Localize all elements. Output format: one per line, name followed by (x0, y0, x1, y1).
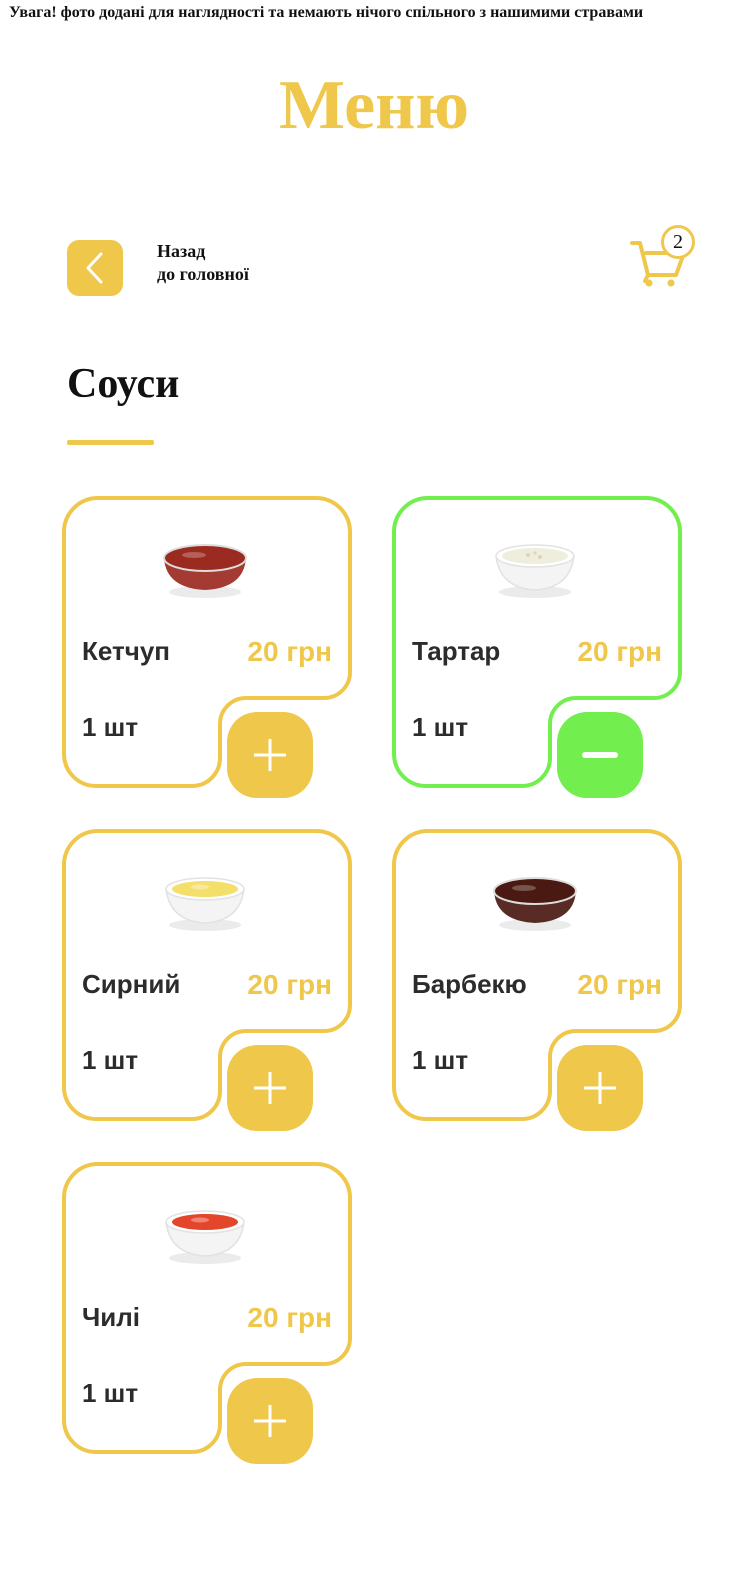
sauce-bowl-image (158, 859, 252, 935)
sauce-bowl-image (158, 526, 252, 602)
remove-from-cart-button[interactable] (557, 712, 643, 798)
product-name: Сирний (82, 969, 181, 999)
page-title: Меню (278, 67, 470, 144)
product-price: 20 грн (247, 1302, 332, 1333)
plus-icon (254, 739, 286, 771)
sauce-bowl-image (488, 526, 582, 602)
product-price: 20 грн (577, 969, 662, 1000)
section-underline (67, 440, 154, 445)
section-title: Соуси (67, 361, 180, 407)
product-quantity: 1 шт (412, 1045, 469, 1075)
plus-icon (584, 1072, 616, 1104)
disclaimer-notice: Увага! фото додані для наглядності та не… (9, 4, 644, 21)
product-name: Чилі (82, 1302, 140, 1332)
product-price: 20 грн (577, 636, 662, 667)
back-link[interactable]: Назад до головної (157, 240, 249, 286)
product-quantity: 1 шт (82, 712, 139, 742)
product-card: Чилі 20 грн 1 шт (61, 1162, 354, 1466)
minus-icon (582, 752, 618, 758)
product-quantity: 1 шт (82, 1378, 139, 1408)
add-to-cart-button[interactable] (557, 1045, 643, 1131)
sauce-bowl-image (488, 859, 582, 935)
add-to-cart-button[interactable] (227, 1378, 313, 1464)
plus-icon (254, 1405, 286, 1437)
plus-icon (254, 1072, 286, 1104)
product-card: Сирний 20 грн 1 шт (61, 829, 354, 1133)
product-price: 20 грн (247, 969, 332, 1000)
sauce-bowl-image (158, 1192, 252, 1268)
back-sublabel: до головної (157, 264, 249, 284)
product-card: Тартар 20 грн 1 шт (391, 496, 684, 800)
add-to-cart-button[interactable] (227, 1045, 313, 1131)
product-quantity: 1 шт (412, 712, 469, 742)
cart-count-badge: 2 (661, 225, 695, 259)
back-button[interactable] (67, 240, 123, 296)
product-card: Барбекю 20 грн 1 шт (391, 829, 684, 1133)
chevron-left-icon (86, 252, 103, 284)
product-price: 20 грн (247, 636, 332, 667)
product-card: Кетчуп 20 грн 1 шт (61, 496, 354, 800)
product-name: Барбекю (412, 969, 527, 999)
back-label: Назад (157, 241, 206, 261)
product-quantity: 1 шт (82, 1045, 139, 1075)
add-to-cart-button[interactable] (227, 712, 313, 798)
product-name: Тартар (412, 636, 501, 666)
product-name: Кетчуп (82, 636, 170, 666)
